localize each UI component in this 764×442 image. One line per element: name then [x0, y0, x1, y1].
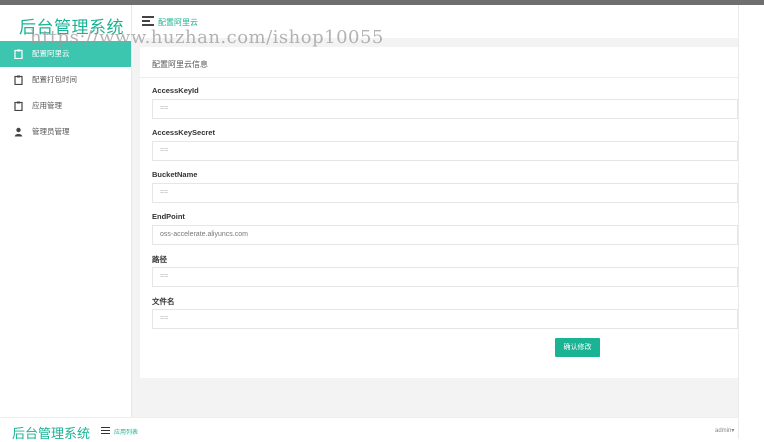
config-panel: 配置阿里云信息 AccessKeyId == AccessKeySecret =… [140, 47, 738, 378]
filename-label: 文件名 [152, 297, 175, 306]
access-key-id-input[interactable]: == [152, 99, 738, 119]
confirm-edit-button[interactable]: 确认修改 [555, 338, 600, 357]
endpoint-input[interactable]: oss-accelerate.aliyuncs.com [152, 225, 738, 245]
path-input[interactable]: == [152, 267, 738, 287]
footer-bar: 后台管理系统 应用列表 admin▾ [0, 417, 738, 441]
access-key-id-label: AccessKeyId [152, 86, 199, 95]
footer-breadcrumb[interactable]: 应用列表 [114, 427, 138, 436]
bucket-name-label: BucketName [152, 170, 198, 179]
sidebar: 后台管理系统 配置阿里云 配置打包时间 应用管理 管理员管理 [0, 5, 132, 417]
sidebar-item-app-management[interactable]: 应用管理 [0, 93, 131, 119]
endpoint-label: EndPoint [152, 212, 185, 221]
user-icon [14, 127, 23, 137]
app-brand: 后台管理系统 [19, 18, 124, 37]
top-bar: 配置阿里云 [132, 5, 738, 38]
access-key-secret-label: AccessKeySecret [152, 128, 215, 137]
sidebar-item-admin-management[interactable]: 管理员管理 [0, 119, 131, 145]
clipboard-icon [14, 75, 23, 85]
menu-toggle-icon[interactable] [142, 16, 154, 26]
sidebar-item-label: 管理员管理 [32, 127, 70, 136]
sidebar-item-config-package-time[interactable]: 配置打包时间 [0, 67, 131, 93]
user-menu[interactable]: admin▾ [715, 427, 734, 434]
sidebar-nav: 配置阿里云 配置打包时间 应用管理 管理员管理 [0, 41, 131, 145]
menu-toggle-icon[interactable] [101, 427, 110, 434]
panel-title: 配置阿里云信息 [152, 60, 208, 69]
breadcrumb[interactable]: 配置阿里云 [158, 17, 198, 28]
clipboard-icon [14, 49, 23, 59]
sidebar-item-config-aliyun[interactable]: 配置阿里云 [0, 41, 131, 67]
sidebar-item-label: 应用管理 [32, 101, 62, 110]
path-label: 路径 [152, 255, 167, 264]
sidebar-item-label: 配置阿里云 [32, 49, 70, 58]
clipboard-icon [14, 101, 23, 111]
access-key-secret-input[interactable]: == [152, 141, 738, 161]
panel-divider [140, 77, 738, 78]
footer-brand: 后台管理系统 [12, 426, 91, 441]
filename-input[interactable]: == [152, 309, 738, 329]
sidebar-item-label: 配置打包时间 [32, 75, 77, 84]
bucket-name-input[interactable]: == [152, 183, 738, 203]
scrollbar[interactable] [738, 5, 764, 439]
